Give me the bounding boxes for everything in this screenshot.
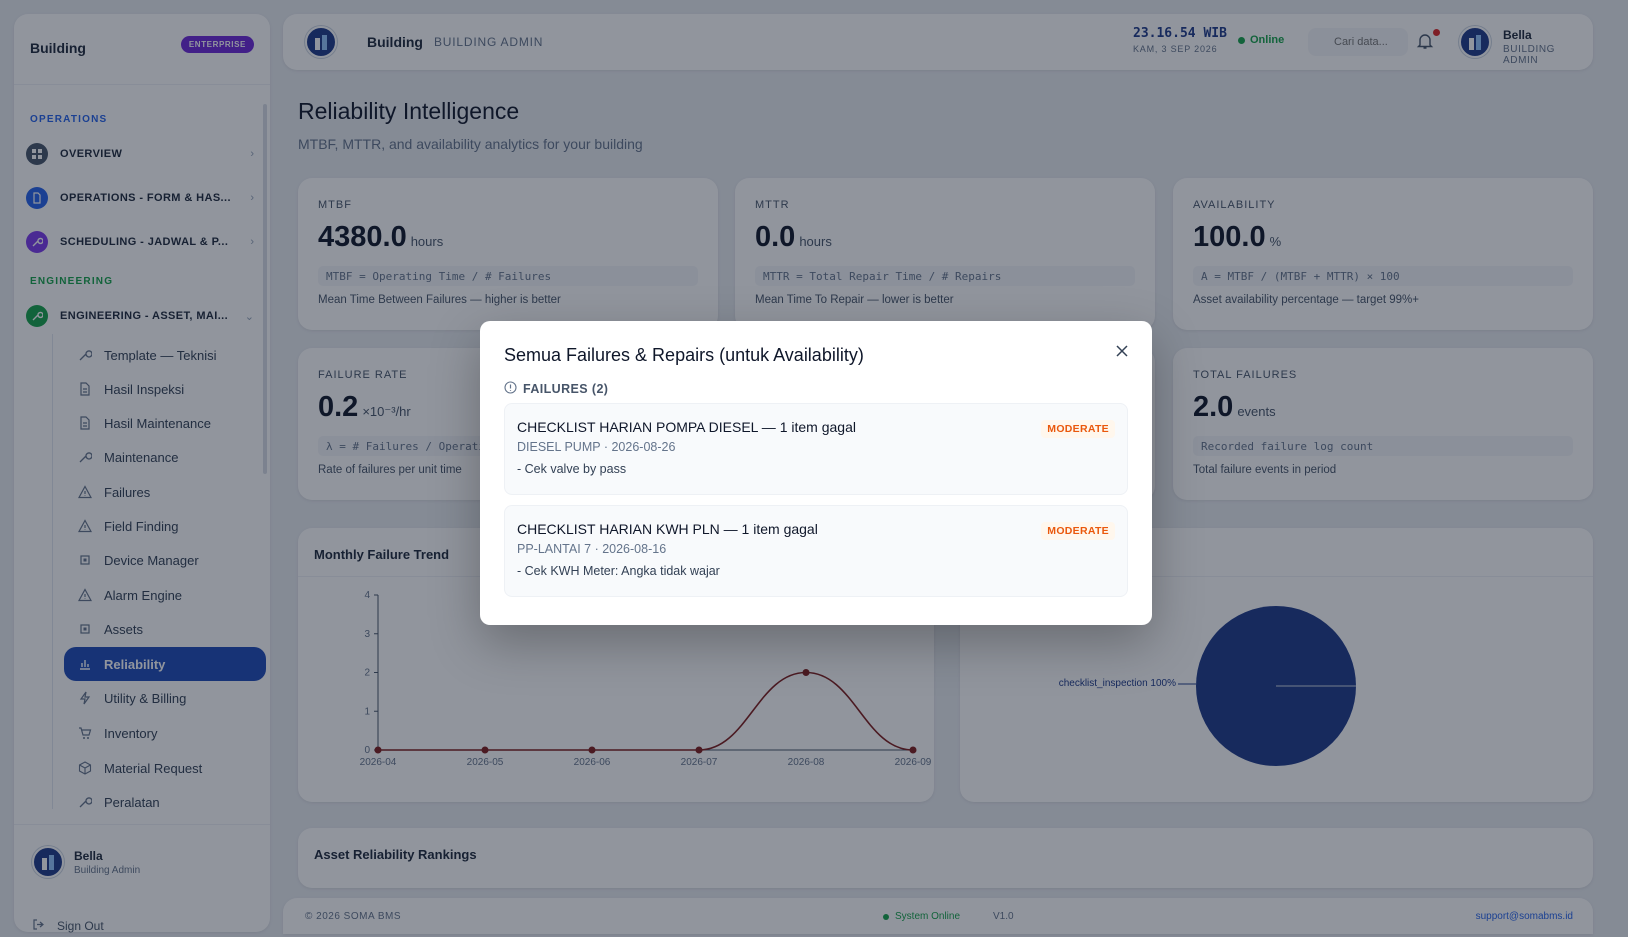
failure-item[interactable]: CHECKLIST HARIAN KWH PLN — 1 item gagal … xyxy=(504,505,1128,597)
close-button[interactable] xyxy=(1110,339,1134,363)
severity-badge: MODERATE xyxy=(1041,420,1115,438)
failure-detail: - Cek KWH Meter: Angka tidak wajar xyxy=(517,564,720,578)
failure-meta: DIESEL PUMP · 2026-08-26 xyxy=(517,440,676,454)
severity-badge: MODERATE xyxy=(1041,522,1115,540)
failure-item[interactable]: CHECKLIST HARIAN POMPA DIESEL — 1 item g… xyxy=(504,403,1128,495)
failures-modal: Semua Failures & Repairs (untuk Availabi… xyxy=(480,321,1152,625)
close-icon xyxy=(1116,345,1128,357)
info-circle-icon xyxy=(504,381,517,397)
modal-section-label: FAILURES (2) xyxy=(523,382,609,396)
modal-title: Semua Failures & Repairs (untuk Availabi… xyxy=(504,345,864,365)
failure-detail: - Cek valve by pass xyxy=(517,462,627,476)
failure-meta: PP-LANTAI 7 · 2026-08-16 xyxy=(517,542,667,556)
failure-title: CHECKLIST HARIAN POMPA DIESEL — 1 item g… xyxy=(517,419,856,435)
modal-section-header: FAILURES (2) xyxy=(504,381,608,397)
failure-title: CHECKLIST HARIAN KWH PLN — 1 item gagal xyxy=(517,521,818,537)
